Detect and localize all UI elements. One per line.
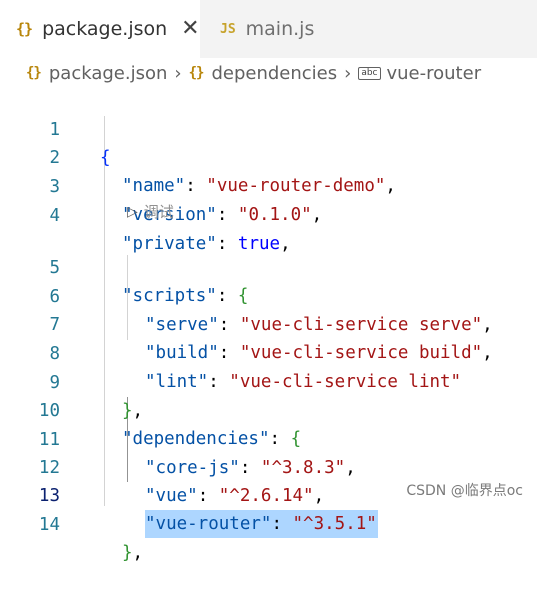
editor-tab-bar: {} package.json ✕ JS main.js [0, 0, 537, 58]
close-icon[interactable]: ✕ [181, 18, 199, 40]
code-line: 7 "build": "vue-cli-service build", [0, 283, 492, 363]
json-key: "build" [145, 343, 219, 363]
brace: } [122, 543, 133, 563]
code-line: 6 "serve": "vue-cli-service serve", [0, 255, 492, 335]
tab-label: main.js [245, 18, 315, 40]
json-key: "vue" [145, 486, 198, 506]
play-icon: ▷ [127, 204, 138, 220]
js-file-icon: JS [220, 21, 236, 37]
breadcrumb: {} package.json › {} dependencies › abc … [0, 58, 537, 88]
code-line: 11 "core-js": "^3.8.3", [0, 398, 356, 478]
code-line: 3 "version": "0.1.0", [0, 145, 322, 225]
code-line: 14 }, [0, 483, 143, 563]
code-line: 8 "lint": "vue-cli-service lint" [0, 312, 461, 392]
json-file-icon: {} [16, 20, 33, 38]
json-value: true [237, 234, 281, 254]
code-line: 10 "dependencies": { [0, 369, 301, 449]
brace: { [237, 286, 249, 306]
json-value: "^3.5.1" [292, 514, 377, 534]
object-icon: {} [188, 65, 205, 81]
tab-label: package.json [42, 18, 168, 40]
breadcrumb-item-vue-router[interactable]: vue-router [387, 63, 482, 84]
watermark: CSDN @临界点oc [406, 483, 523, 499]
json-value: "0.1.0" [237, 205, 312, 225]
code-line: 5 "scripts": { [0, 226, 248, 306]
json-value: "^2.6.14" [218, 486, 314, 506]
json-key: "core-js" [145, 458, 240, 478]
json-key: "name" [122, 176, 186, 196]
brace: { [100, 148, 111, 168]
code-line: 9 }, [0, 341, 143, 421]
code-line-current: 13 "vue-router": "^3.5.1" [0, 454, 378, 538]
json-key: "dependencies" [122, 429, 270, 449]
json-key: "serve" [145, 315, 219, 335]
code-line: 2 "name": "vue-router-demo", [0, 116, 396, 196]
json-file-icon: {} [26, 65, 42, 81]
chevron-right-icon: › [174, 62, 182, 84]
line-number: 14 [38, 515, 60, 535]
json-value: "^3.8.3" [260, 458, 346, 478]
string-icon: abc [358, 66, 381, 80]
json-value: "vue-cli-service lint" [229, 372, 462, 392]
json-value: "vue-router-demo" [206, 176, 386, 196]
text-selection: "vue-router": "^3.5.1" [145, 510, 378, 538]
code-line: 1 { [0, 88, 110, 168]
json-value: "vue-cli-service serve" [239, 315, 483, 335]
json-value: "vue-cli-service build" [239, 343, 483, 363]
indent-guide [104, 116, 105, 506]
debug-codelens[interactable]: ▷ 调试 [127, 200, 174, 224]
brace: } [122, 401, 133, 421]
breadcrumb-item-dependencies[interactable]: dependencies [211, 63, 337, 84]
json-key: "lint" [145, 372, 209, 392]
code-line: 12 "vue": "^2.6.14", [0, 426, 324, 506]
chevron-right-icon: › [344, 62, 352, 84]
json-key: "vue-router" [145, 514, 272, 534]
breadcrumb-item-package-json[interactable]: package.json [49, 63, 168, 84]
debug-label: 调试 [143, 203, 174, 221]
json-key: "scripts" [122, 286, 217, 306]
json-key: "private" [122, 234, 217, 254]
code-line: 4 "private": true, [0, 174, 290, 254]
brace: { [290, 429, 302, 449]
tab-package-json[interactable]: {} package.json ✕ [0, 0, 200, 58]
code-editor[interactable]: 1 { 2 "name": "vue-router-demo", 3 "vers… [0, 88, 537, 563]
tab-main-js[interactable]: JS main.js [200, 0, 320, 58]
